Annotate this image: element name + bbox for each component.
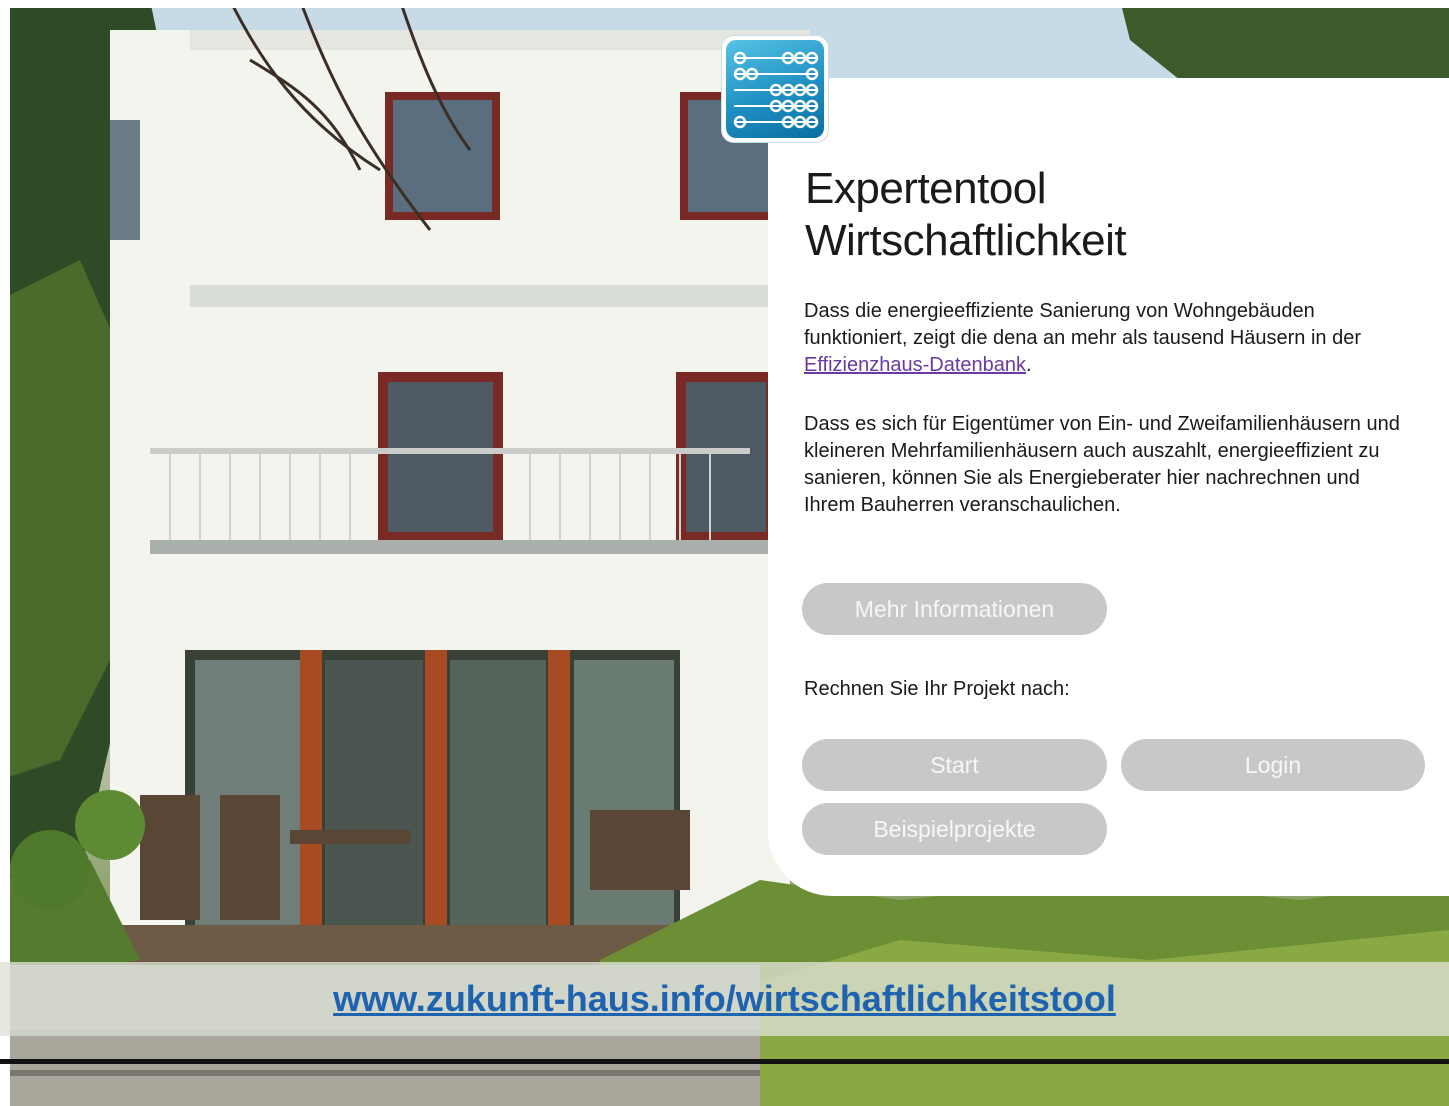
login-button[interactable]: Login — [1121, 739, 1425, 791]
example-projects-button[interactable]: Beispielprojekte — [802, 803, 1107, 855]
url-banner: www.zukunft-haus.info/wirtschaftlichkeit… — [0, 962, 1449, 1036]
project-prompt-label: Rechnen Sie Ihr Projekt nach: — [804, 678, 1070, 700]
intro-text: Dass die energieeffiziente Sanierung von… — [804, 300, 1362, 349]
left-edge-border — [0, 0, 10, 1106]
divider-line — [0, 1059, 1449, 1064]
body-paragraph: Dass es sich für Eigentümer von Ein- und… — [804, 413, 1400, 516]
effizienzhaus-datenbank-link[interactable]: Effizienzhaus-Datenbank — [804, 354, 1026, 376]
intro-text-end: . — [1026, 354, 1032, 376]
title-line-2: Wirtschaftlichkeit — [805, 216, 1127, 265]
title-line-1: Expertentool — [805, 164, 1047, 213]
website-url-link[interactable]: www.zukunft-haus.info/wirtschaftlichkeit… — [333, 978, 1116, 1020]
more-info-button[interactable]: Mehr Informationen — [802, 583, 1107, 635]
start-button[interactable]: Start — [802, 739, 1107, 791]
intro-paragraph: Dass die energieeffiziente Sanierung von… — [804, 298, 1414, 379]
abacus-icon — [722, 36, 828, 142]
top-border — [0, 0, 1449, 8]
page-title: Expertentool Wirtschaftlichkeit — [805, 163, 1365, 267]
